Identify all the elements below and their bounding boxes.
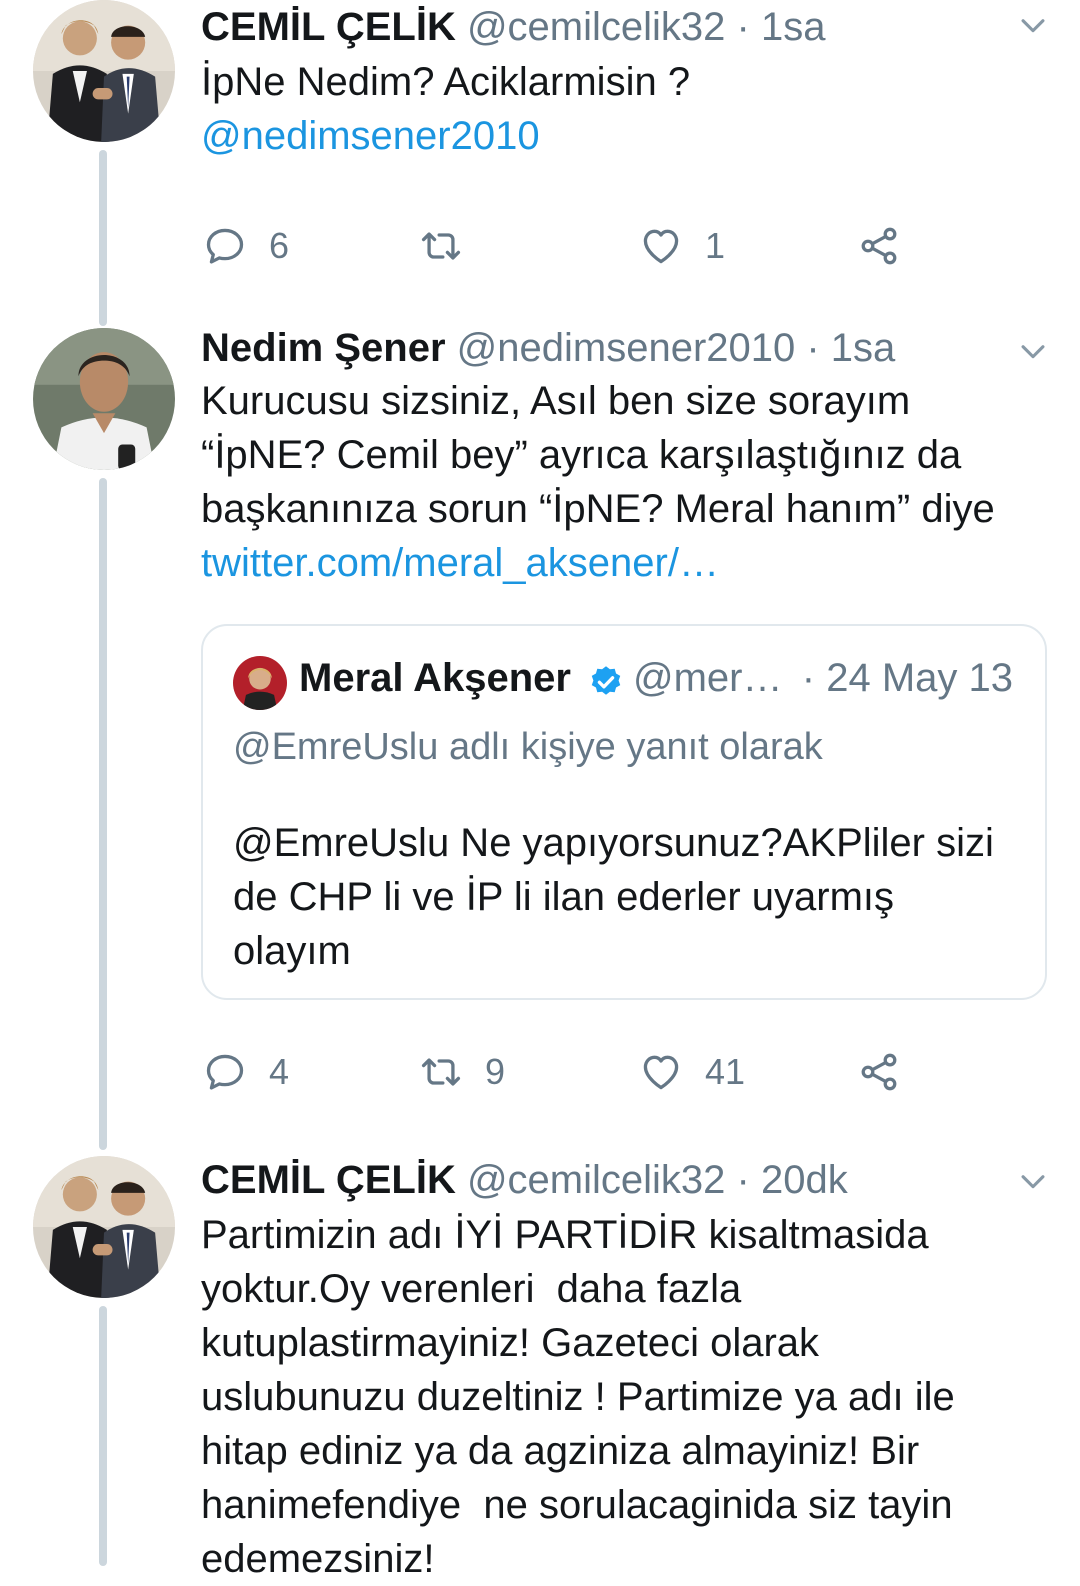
tweet-text-line: edemezsiniz! <box>201 1537 435 1581</box>
user-name[interactable]: Nedim Şener <box>201 326 446 370</box>
tweet-text-line: Partimizin adı İYİ PARTİDİR kisaltmasida <box>201 1213 929 1257</box>
avatar[interactable] <box>33 328 175 470</box>
quoted-avatar <box>233 656 287 710</box>
thread-line <box>99 150 107 326</box>
avatar[interactable] <box>33 1156 175 1298</box>
tweet-actions: 6 1 <box>201 220 921 272</box>
like-button[interactable]: 41 <box>639 1046 745 1098</box>
reply-icon <box>203 224 247 268</box>
tweet-text-line: “İpNE? Cemil bey” ayrıca karşılaştığınız… <box>201 433 962 477</box>
tweet-text-line: hanimefendiye ne sorulacaginida siz tayi… <box>201 1483 953 1527</box>
tweet-text-line: başkanınıza sorun “İpNE? Meral hanım” di… <box>201 487 995 531</box>
url-link[interactable]: twitter.com/meral_aksener/… <box>201 536 1044 590</box>
tweet-text-line: hitap ediniz ya da agziniza almayiniz! B… <box>201 1429 920 1473</box>
tweet-text-line: Kurucusu sizsiniz, Asıl ben size sorayım <box>201 379 911 423</box>
user-name[interactable]: CEMİL ÇELİK <box>201 1158 456 1202</box>
chevron-down-icon[interactable] <box>1016 8 1050 42</box>
retweet-icon <box>419 224 463 268</box>
tweet-actions: 4 9 41 <box>201 1046 921 1098</box>
quoted-text-line: olayım <box>233 929 351 973</box>
retweet-icon <box>419 1050 463 1094</box>
reply-button[interactable]: 6 <box>203 220 289 272</box>
timestamp[interactable]: · 1sa <box>806 326 895 370</box>
share-button[interactable] <box>857 1046 901 1098</box>
share-button[interactable] <box>857 220 901 272</box>
like-icon <box>639 224 683 268</box>
tweet-2[interactable]: Nedim Şener @nedimsener2010 · 1sa Kurucu… <box>0 326 1080 1150</box>
tweet-text: İpNe Nedim? Aciklarmisin ? <box>201 60 691 104</box>
tweet-header: CEMİL ÇELİK @cemilcelik32 · 20dk <box>201 1156 1044 1204</box>
reply-button[interactable]: 4 <box>203 1046 289 1098</box>
user-handle[interactable]: @nedimsener2010 <box>457 326 796 370</box>
tweet-header: Nedim Şener @nedimsener2010 · 1sa <box>201 324 1044 372</box>
reply-context: @EmreUslu adlı kişiye yanıt olarak <box>233 726 823 768</box>
thread-line <box>99 1306 107 1566</box>
user-handle[interactable]: @cemilcelik32 <box>467 5 725 49</box>
retweet-button[interactable]: 9 <box>419 1046 505 1098</box>
quoted-text-line: de CHP li ve İP li ilan ederler uyarmış <box>233 875 895 919</box>
chevron-down-icon[interactable] <box>1016 1164 1050 1198</box>
verified-badge-icon <box>591 666 621 695</box>
like-count: 41 <box>705 1051 746 1092</box>
avatar[interactable] <box>33 0 175 142</box>
reply-count: 6 <box>269 225 290 266</box>
mention-link[interactable]: @nedimsener2010 <box>201 109 1044 163</box>
user-handle[interactable]: @cemilcelik32 <box>467 1158 725 1202</box>
reply-icon <box>203 1050 247 1094</box>
quoted-date: · 24 May 13 <box>801 656 1013 700</box>
like-button[interactable]: 1 <box>639 220 725 272</box>
share-icon <box>857 224 901 268</box>
retweet-count: 9 <box>485 1051 506 1092</box>
like-count: 1 <box>705 225 726 266</box>
timestamp[interactable]: · 1sa <box>737 5 826 49</box>
tweet-text-line: yoktur.Oy verenleri daha fazla <box>201 1267 742 1311</box>
quoted-tweet[interactable]: Meral Akşener @mer… · 24 May 13 @EmreUsl… <box>201 624 1047 1000</box>
like-icon <box>639 1050 683 1094</box>
retweet-button[interactable] <box>419 220 485 272</box>
share-icon <box>857 1050 901 1094</box>
tweet-3[interactable]: CEMİL ÇELİK @cemilcelik32 · 20dk Partimi… <box>0 1156 1080 1581</box>
thread-line <box>99 478 107 1150</box>
quoted-user-handle: @mer… <box>633 656 783 700</box>
tweet-text-line: uslubunuzu duzeltiniz ! Partimize ya adı… <box>201 1375 955 1419</box>
quoted-user-name: Meral Akşener <box>299 656 571 700</box>
reply-count: 4 <box>269 1051 290 1092</box>
tweet-text-line: kutuplastirmayiniz! Gazeteci olarak <box>201 1321 820 1365</box>
quoted-text: @EmreUslu Ne yapıyorsunuz?AKPliler sizi … <box>233 816 1023 978</box>
tweet-1[interactable]: CEMİL ÇELİK @cemilcelik32 · 1sa İpNe Ned… <box>0 0 1080 330</box>
tweet-header: CEMİL ÇELİK @cemilcelik32 · 1sa <box>201 3 1044 51</box>
user-name[interactable]: CEMİL ÇELİK <box>201 5 456 49</box>
chevron-down-icon[interactable] <box>1016 334 1050 368</box>
timestamp[interactable]: · 20dk <box>737 1158 848 1202</box>
quoted-text-line: @EmreUslu Ne yapıyorsunuz?AKPliler sizi <box>233 821 994 865</box>
